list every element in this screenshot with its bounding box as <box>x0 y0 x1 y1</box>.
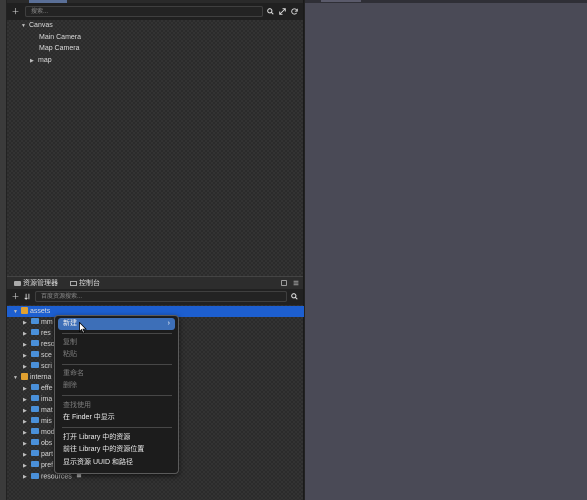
folder-icon <box>31 450 39 457</box>
folder-icon <box>31 472 39 479</box>
menu-item-delete[interactable]: 删除 <box>58 380 175 392</box>
row-label: mm <box>41 319 53 326</box>
assets-toolbar: ＋ 百度资源搜索... <box>7 289 303 305</box>
hierarchy-panel: ＋ 搜索... ▼ Canvas Main Camera Map Camera ▶… <box>7 0 303 276</box>
menu-icon[interactable] <box>291 278 300 287</box>
folder-icon <box>31 362 39 369</box>
row-label: part <box>41 451 54 458</box>
row-label: ima <box>41 396 53 403</box>
folder-icon <box>31 461 39 468</box>
hierarchy-search-input[interactable]: 搜索... <box>25 6 263 17</box>
chevron-right-icon: › <box>167 320 170 327</box>
folder-icon <box>31 351 39 358</box>
tree-node-main-camera[interactable]: Main Camera <box>39 32 81 43</box>
tree-node-label: Canvas <box>29 22 53 29</box>
add-icon[interactable]: ＋ <box>10 291 21 302</box>
tree-node-label: map <box>38 57 52 64</box>
row-label: obs <box>41 440 53 447</box>
tree-node-label: Main Camera <box>39 34 82 41</box>
tree-node-map[interactable]: ▶ map <box>30 55 52 66</box>
menu-item-open-library[interactable]: 打开 Library 中的资源 <box>58 432 175 444</box>
menu-item-label: 复制 <box>63 339 77 346</box>
left-toolbar-strip <box>0 0 7 500</box>
row-label: resources <box>41 473 72 481</box>
menu-item-label: 前往 Library 中的资源位置 <box>63 446 145 453</box>
tree-node-map-camera[interactable]: Map Camera <box>39 43 79 54</box>
console-icon <box>70 280 77 286</box>
add-icon[interactable]: ＋ <box>10 6 21 17</box>
menu-item-find-usage[interactable]: 查找使用 <box>58 400 175 412</box>
row-label: reso <box>41 341 55 348</box>
maximize-icon[interactable] <box>279 278 288 287</box>
menu-item-label: 显示资源 UUID 和路径 <box>63 459 133 466</box>
row-label: mat <box>41 407 53 414</box>
menu-item-paste[interactable]: 粘贴 <box>58 349 175 361</box>
package-icon <box>21 372 28 380</box>
sort-icon[interactable] <box>22 291 33 302</box>
row-label: mis <box>41 418 52 425</box>
menu-item-goto-library[interactable]: 前往 Library 中的资源位置 <box>58 444 175 456</box>
folder-icon <box>31 340 39 347</box>
refresh-icon[interactable] <box>289 6 300 17</box>
menu-item-show-in-finder[interactable]: 在 Finder 中显示 <box>58 412 175 424</box>
menu-item-label: 新建 <box>63 320 77 327</box>
row-label: assets <box>30 308 51 315</box>
row-label: effe <box>41 385 53 392</box>
search-icon[interactable] <box>265 6 276 17</box>
row-label: res <box>41 330 51 337</box>
context-menu: 新建 › 复制 粘贴 重命名 删除 查找使用 在 Finder 中显示 打开 L… <box>54 315 179 474</box>
scene-view[interactable] <box>304 0 587 500</box>
tab-label: 资源管理器 <box>23 280 58 287</box>
mouse-cursor-icon <box>79 321 87 334</box>
menu-item-copy[interactable]: 复制 <box>58 337 175 349</box>
menu-item-show-uuid[interactable]: 显示资源 UUID 和路径 <box>58 457 175 469</box>
row-label: interna <box>30 374 52 381</box>
menu-item-label: 重命名 <box>63 370 84 377</box>
row-label: pref <box>41 462 54 469</box>
menu-separator <box>62 395 172 396</box>
tab-label: 控制台 <box>79 280 100 287</box>
search-icon[interactable] <box>289 291 300 302</box>
scene-active-tab[interactable] <box>321 0 361 2</box>
tree-node-canvas[interactable]: ▼ Canvas <box>21 20 53 31</box>
menu-separator <box>62 364 172 365</box>
expand-icon[interactable] <box>277 6 288 17</box>
chevron-down-icon[interactable]: ▼ <box>21 21 29 32</box>
chevron-right-icon[interactable]: ▶ <box>30 56 38 67</box>
menu-item-label: 查找使用 <box>63 402 91 409</box>
menu-item-label: 在 Finder 中显示 <box>63 414 115 421</box>
row-label: scri <box>41 363 52 370</box>
folder-icon <box>31 395 39 402</box>
folder-icon <box>31 417 39 424</box>
tab-console[interactable]: 控制台 <box>67 278 103 289</box>
menu-item-label: 粘贴 <box>63 351 77 358</box>
chevron-right-icon[interactable]: ▶ <box>23 472 31 483</box>
menu-item-label: 打开 Library 中的资源 <box>63 434 131 441</box>
folder-icon <box>31 406 39 413</box>
tree-node-label: Map Camera <box>39 45 80 52</box>
package-icon <box>21 306 28 314</box>
folder-icon <box>31 428 39 435</box>
folder-icon <box>31 318 39 325</box>
folder-icon <box>14 280 21 286</box>
hierarchy-toolbar: ＋ 搜索... <box>7 3 303 20</box>
tab-assets[interactable]: 资源管理器 <box>11 278 61 289</box>
folder-icon <box>31 439 39 446</box>
menu-item-label: 删除 <box>63 382 77 389</box>
row-label: sce <box>41 352 52 359</box>
menu-separator <box>62 427 172 428</box>
menu-item-rename[interactable]: 重命名 <box>58 368 175 380</box>
menu-item-new[interactable]: 新建 › <box>58 318 175 330</box>
assets-search-input[interactable]: 百度资源搜索... <box>35 291 287 302</box>
row-label: mod <box>41 429 55 436</box>
folder-icon <box>31 329 39 336</box>
folder-icon <box>31 384 39 391</box>
